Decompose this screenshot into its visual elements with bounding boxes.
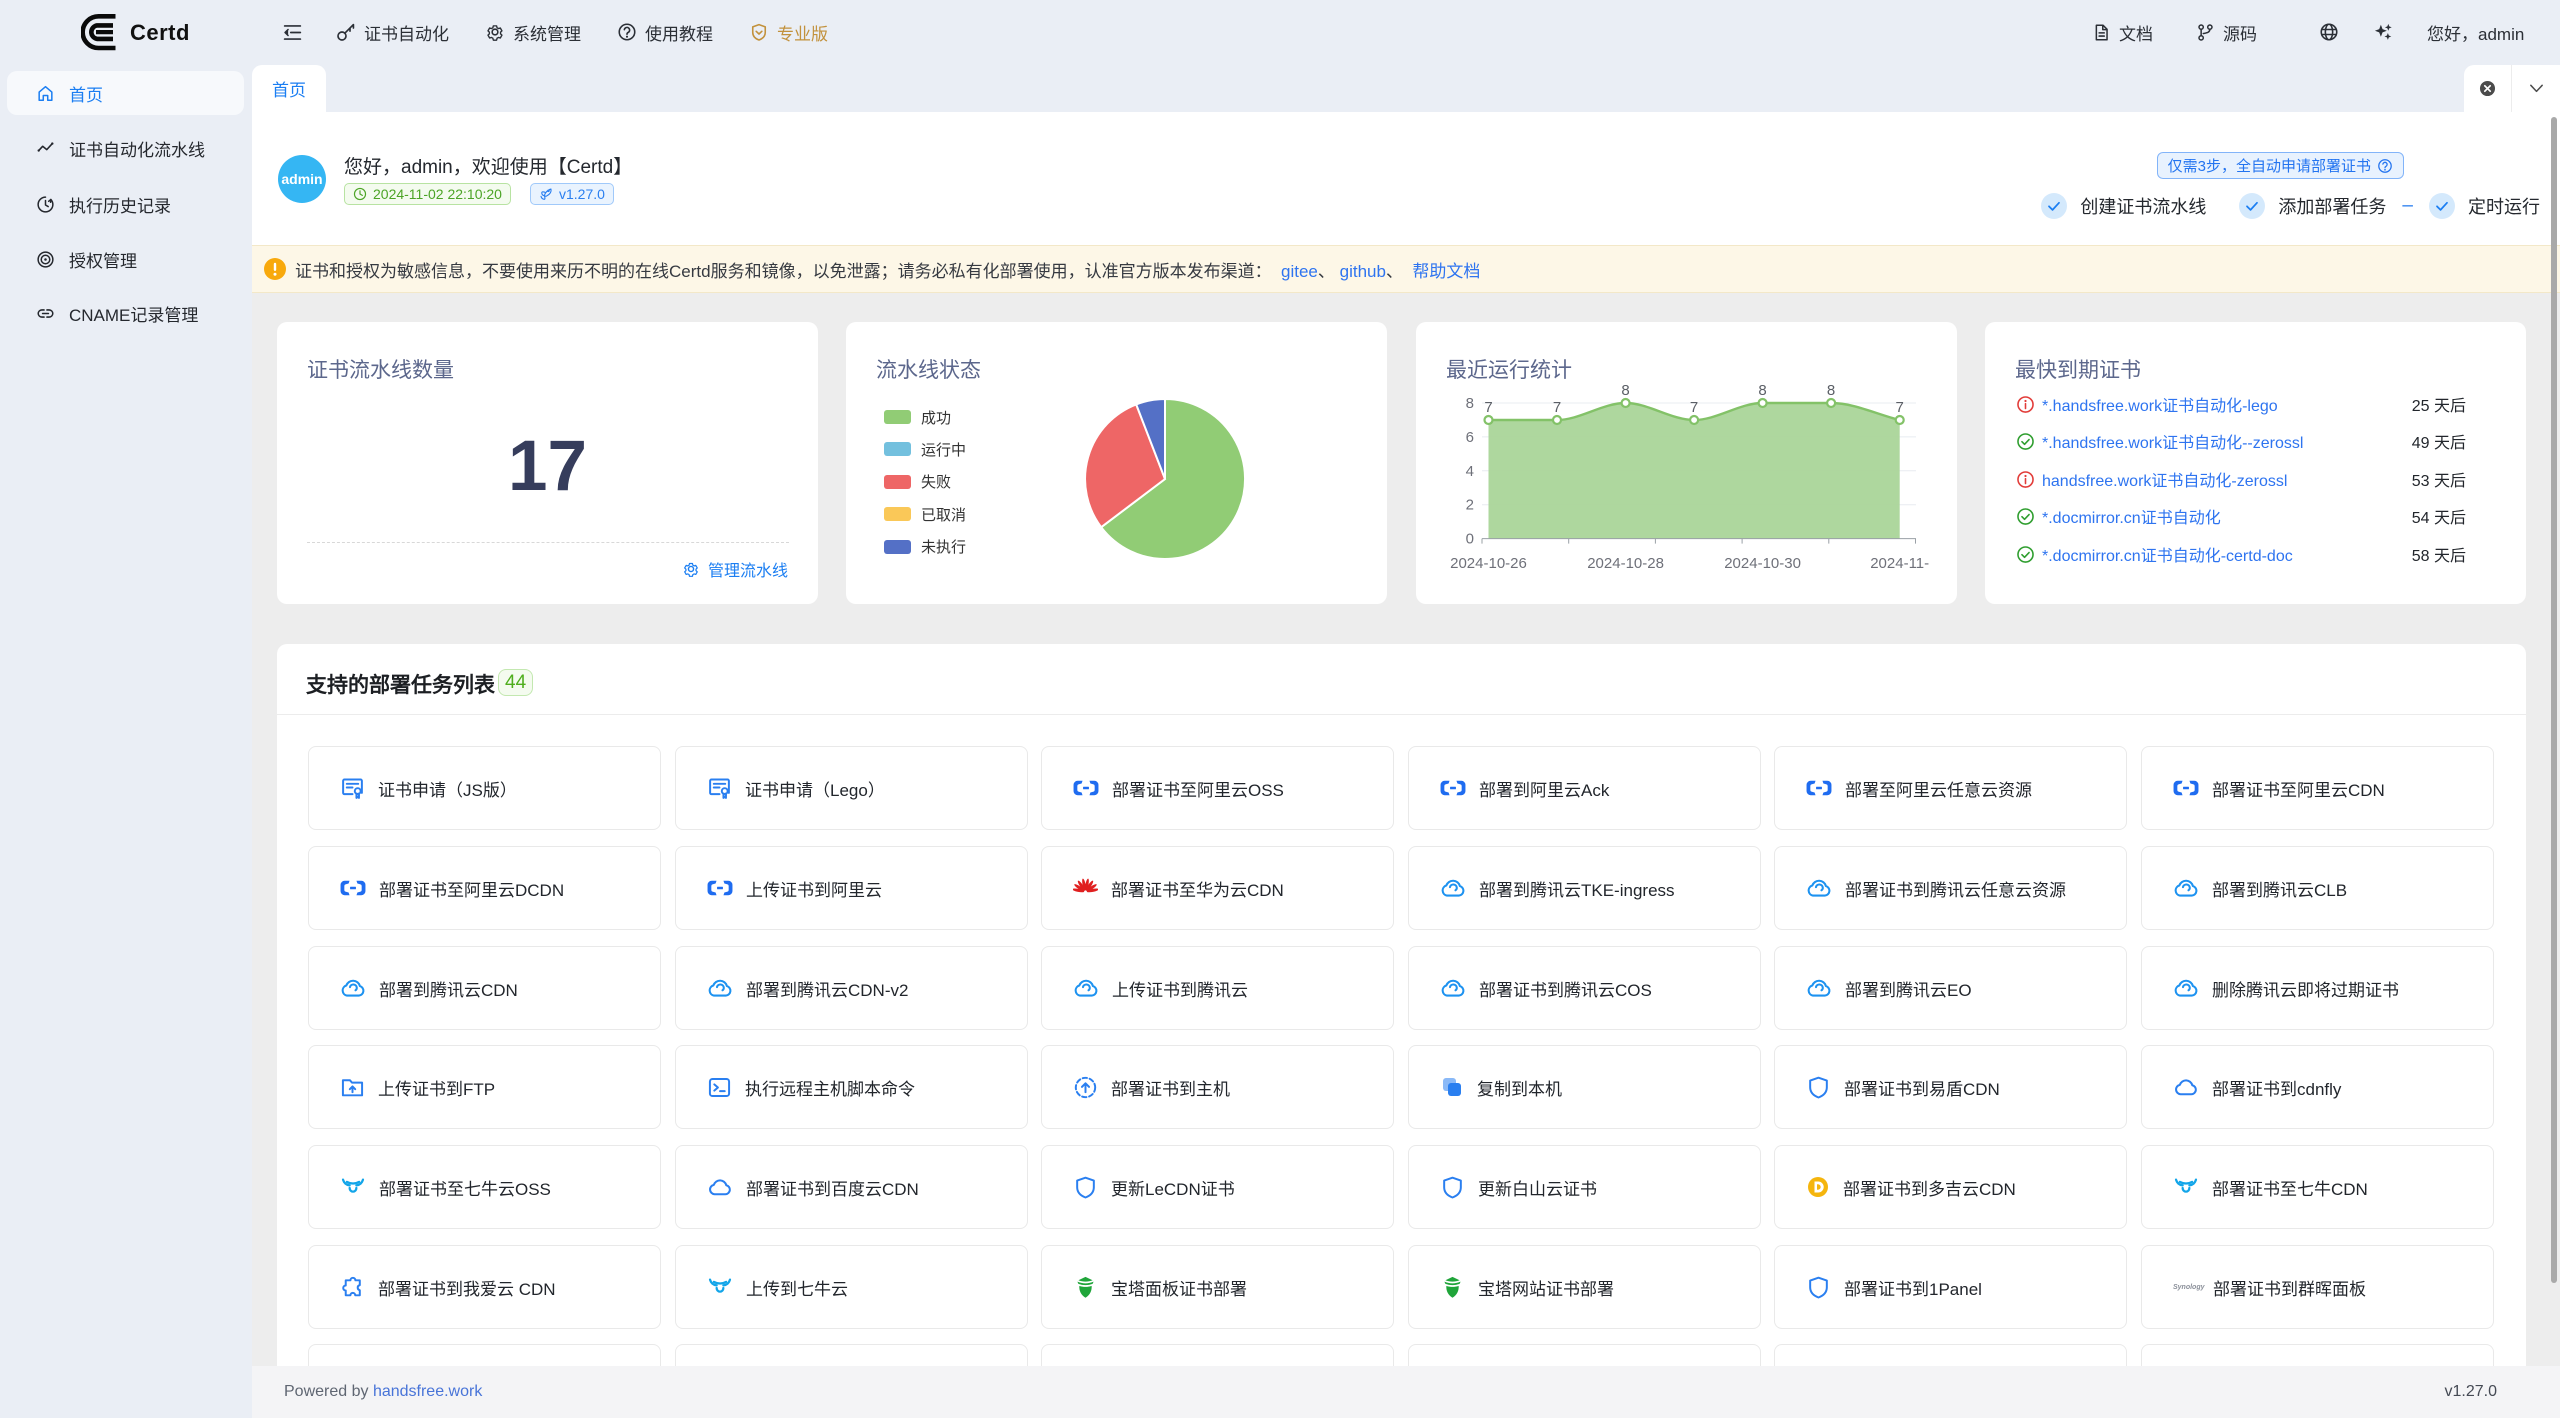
svg-text:8: 8 xyxy=(1466,395,1474,412)
svg-text:8: 8 xyxy=(1827,382,1835,399)
svg-text:8: 8 xyxy=(1758,382,1766,399)
svg-text:2024-10-30: 2024-10-30 xyxy=(1724,555,1801,572)
svg-text:2024-10-26: 2024-10-26 xyxy=(1450,555,1527,572)
svg-text:7: 7 xyxy=(1553,399,1561,416)
svg-text:2024-11-: 2024-11- xyxy=(1870,555,1929,572)
svg-text:6: 6 xyxy=(1466,429,1474,446)
svg-text:7: 7 xyxy=(1690,399,1698,416)
svg-text:2: 2 xyxy=(1466,497,1474,514)
svg-text:2024-10-28: 2024-10-28 xyxy=(1587,555,1664,572)
svg-text:4: 4 xyxy=(1466,463,1474,480)
svg-text:8: 8 xyxy=(1621,382,1629,399)
svg-text:7: 7 xyxy=(1896,399,1904,416)
svg-text:7: 7 xyxy=(1484,399,1492,416)
svg-text:0: 0 xyxy=(1466,531,1474,548)
